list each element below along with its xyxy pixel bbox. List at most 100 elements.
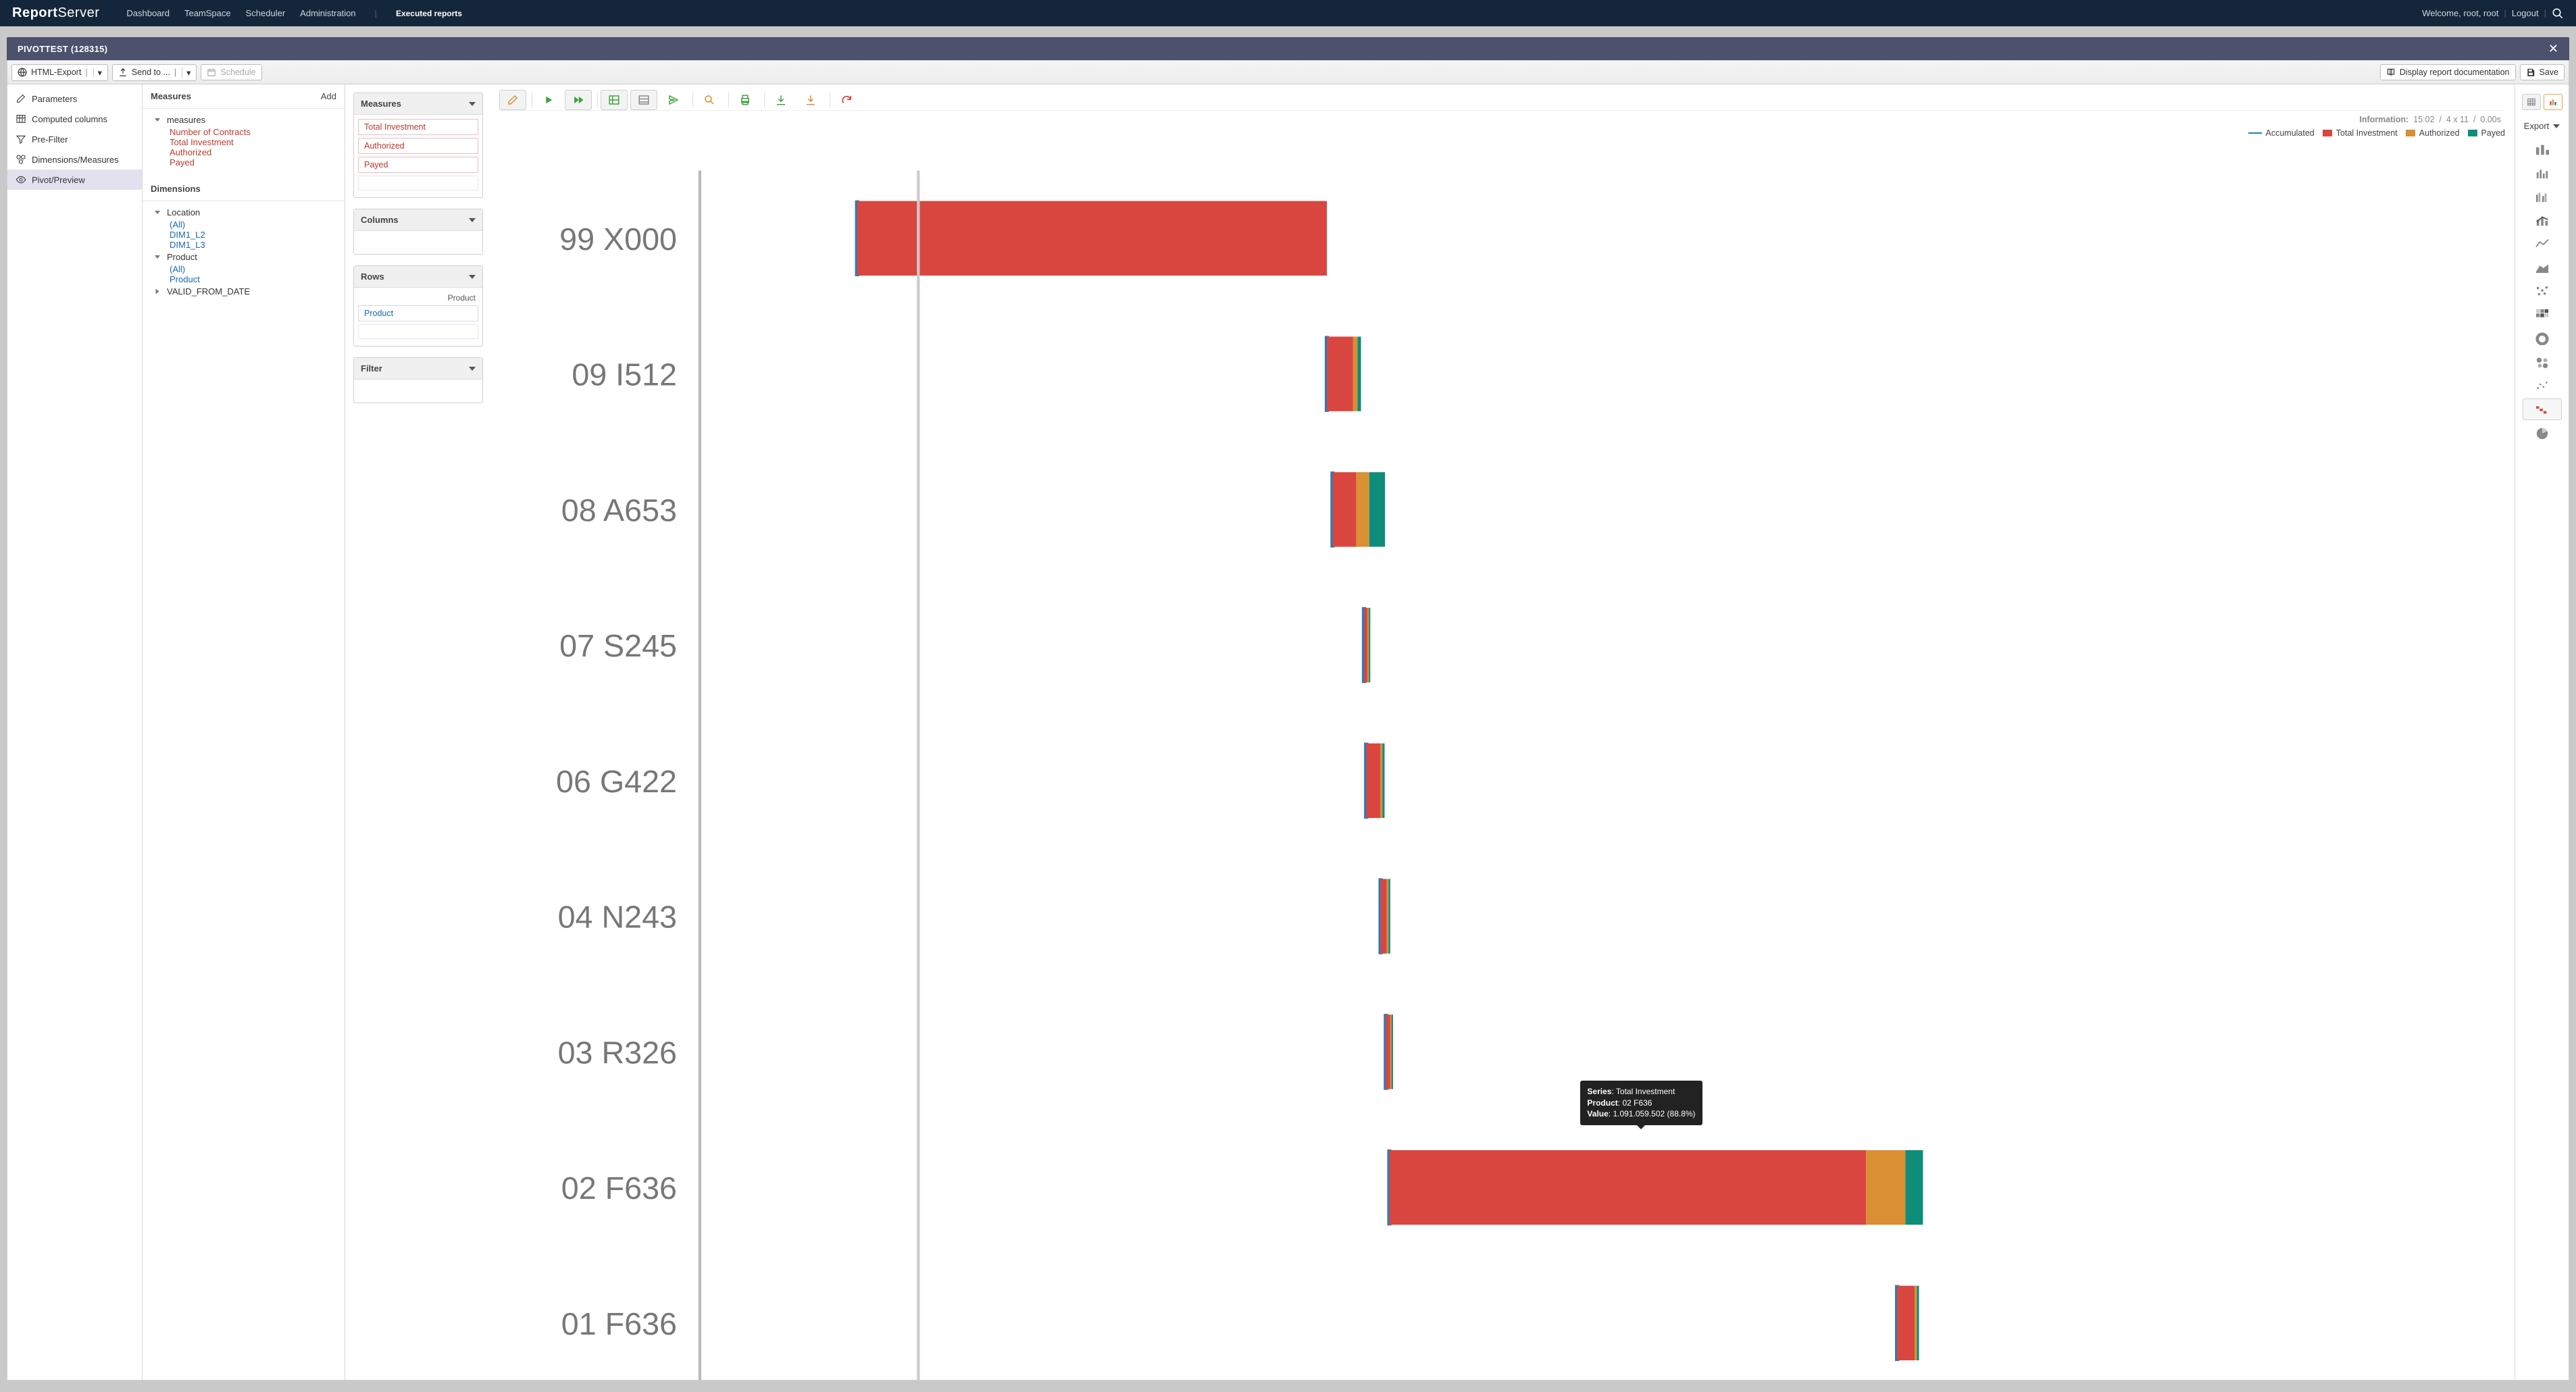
nav-teamspace[interactable]: TeamSpace [184, 8, 231, 18]
nav-prefilter[interactable]: Pre-Filter [7, 129, 142, 149]
dim-location-l3[interactable]: DIM1_L3 [170, 240, 205, 250]
chart-area: Information: 15:02 / 4 x 11 / 0.00s Accu… [497, 84, 2515, 1380]
measures-group[interactable]: measures [155, 113, 338, 127]
chart-type-bar-multi[interactable] [2523, 186, 2562, 207]
nav-dashboard[interactable]: Dashboard [126, 8, 170, 18]
pivot-config: Measures Total Investment Authorized Pay… [345, 84, 487, 1380]
nav-dimensions-measures[interactable]: Dimensions/Measures [7, 149, 142, 170]
chart-canvas[interactable]: 99 X00009 I51208 A65307 S24506 G42204 N2… [499, 142, 2505, 1380]
nav-sep: | [371, 8, 381, 18]
zoom-tool[interactable] [696, 90, 723, 110]
report-toolbar: HTML-Export| ▾ Send to ...| ▾ Schedule D… [7, 60, 2569, 84]
add-measure-button[interactable]: Add [321, 91, 336, 101]
dim-product-product[interactable]: Product [170, 274, 200, 284]
save-button[interactable]: Save [2520, 64, 2565, 80]
report-header: PIVOTTEST (128315) ✕ [7, 37, 2569, 60]
caret-down-icon[interactable] [469, 102, 476, 106]
nav-administration[interactable]: Administration [300, 8, 355, 18]
chart-legend: Accumulated Total Investment Authorized … [499, 126, 2505, 142]
edit-tool[interactable] [499, 90, 526, 110]
chart-type-waterfall[interactable] [2523, 398, 2562, 420]
chevron-down-icon[interactable]: ▾ [182, 68, 191, 78]
rows-dropzone[interactable]: Rows Product Product [353, 265, 483, 346]
table-tool[interactable] [630, 90, 657, 110]
right-rail: Export [2515, 84, 2569, 1380]
center-panel: Measures Total Investment Authorized Pay… [345, 84, 2515, 1380]
play-tool[interactable] [535, 90, 562, 110]
chart-type-scatter[interactable] [2523, 375, 2562, 396]
chart-type-bar-line[interactable] [2523, 209, 2562, 231]
chip-payed[interactable]: Payed [358, 157, 478, 173]
chart-type-bar-vertical-small[interactable] [2523, 162, 2562, 184]
caret-down-icon[interactable] [469, 275, 476, 279]
sep: | [2544, 8, 2546, 18]
chart-type-area[interactable] [2523, 257, 2562, 278]
search-icon[interactable] [2552, 7, 2564, 20]
send-to-button[interactable]: Send to ...| ▾ [112, 64, 197, 81]
caret-down-icon [155, 118, 160, 122]
svg-text:99 X000: 99 X000 [559, 222, 677, 257]
empty-slot[interactable] [358, 176, 478, 190]
share-tool[interactable] [660, 90, 687, 110]
dim-valid-from-date[interactable]: VALID_FROM_DATE [155, 284, 338, 299]
nav-executed-reports[interactable]: Executed reports [396, 9, 462, 18]
caret-down-icon[interactable] [469, 218, 476, 222]
chart-view-toggle[interactable] [2544, 94, 2562, 110]
chart-type-pie[interactable] [2523, 422, 2562, 444]
chart-type-bar-vertical[interactable] [2523, 138, 2562, 160]
columns-dropzone[interactable]: Columns [353, 209, 483, 255]
chip-total-investment[interactable]: Total Investment [358, 119, 478, 135]
chart-toolbar [499, 90, 2505, 111]
caret-down-icon [155, 255, 160, 259]
download-tool[interactable] [767, 90, 794, 110]
caret-down-icon [2553, 124, 2560, 128]
schedule-button: Schedule [201, 64, 261, 80]
empty-slot[interactable] [358, 324, 478, 339]
top-nav: Dashboard TeamSpace Scheduler Administra… [126, 8, 462, 18]
nav-computed-columns[interactable]: Computed columns [7, 109, 142, 129]
table-insert-tool[interactable] [601, 90, 628, 110]
measure-total-investment[interactable]: Total Investment [170, 137, 234, 147]
dim-product-all[interactable]: (All) [170, 264, 185, 274]
welcome-text: Welcome, root, root [2422, 8, 2498, 18]
display-doc-button[interactable]: Display report documentation [2380, 64, 2516, 80]
measure-authorized[interactable]: Authorized [170, 147, 211, 157]
dim-product[interactable]: Product [155, 250, 338, 264]
chart-type-scatter-matrix[interactable] [2523, 280, 2562, 302]
chart-type-heatmap[interactable] [2523, 304, 2562, 326]
dimensions-icon [16, 154, 26, 165]
download-multi-tool[interactable] [797, 90, 824, 110]
chip-authorized[interactable]: Authorized [358, 138, 478, 154]
chart-type-bubble-group[interactable] [2523, 351, 2562, 373]
refresh-tool[interactable] [833, 90, 860, 110]
dim-location-all[interactable]: (All) [170, 220, 185, 230]
top-right: Welcome, root, root | Logout | [2422, 7, 2564, 20]
measure-number-of-contracts[interactable]: Number of Contracts [170, 127, 251, 137]
chart-type-donut[interactable] [2523, 328, 2562, 349]
nav-scheduler[interactable]: Scheduler [246, 8, 286, 18]
sep: | [2504, 8, 2506, 18]
chip-product[interactable]: Product [358, 305, 478, 321]
svg-text:08 A653: 08 A653 [561, 492, 677, 527]
export-dropdown[interactable]: Export [2515, 117, 2569, 136]
chevron-down-icon[interactable]: ▾ [93, 68, 102, 78]
nav-pivot-preview[interactable]: Pivot/Preview [7, 170, 142, 190]
table-view-toggle[interactable] [2522, 94, 2541, 110]
info-line: Information: 15:02 / 4 x 11 / 0.00s [499, 111, 2505, 126]
caret-down-icon[interactable] [469, 367, 476, 371]
dim-location[interactable]: Location [155, 205, 338, 220]
chart-type-line[interactable] [2523, 233, 2562, 255]
close-report-button[interactable]: ✕ [2548, 42, 2558, 56]
measures-dropzone[interactable]: Measures Total Investment Authorized Pay… [353, 93, 483, 198]
nav-parameters[interactable]: Parameters [7, 88, 142, 109]
measure-payed[interactable]: Payed [170, 157, 195, 167]
filter-dropzone[interactable]: Filter [353, 357, 483, 403]
html-export-button[interactable]: HTML-Export| ▾ [11, 64, 108, 81]
logout-link[interactable]: Logout [2512, 8, 2539, 18]
play-fast-tool[interactable] [565, 90, 592, 110]
caret-down-icon [155, 211, 160, 214]
print-tool[interactable] [732, 90, 759, 110]
columns-dropzone-title: Columns [361, 215, 399, 225]
dim-location-l2[interactable]: DIM1_L2 [170, 230, 205, 240]
edit-icon [16, 93, 26, 104]
